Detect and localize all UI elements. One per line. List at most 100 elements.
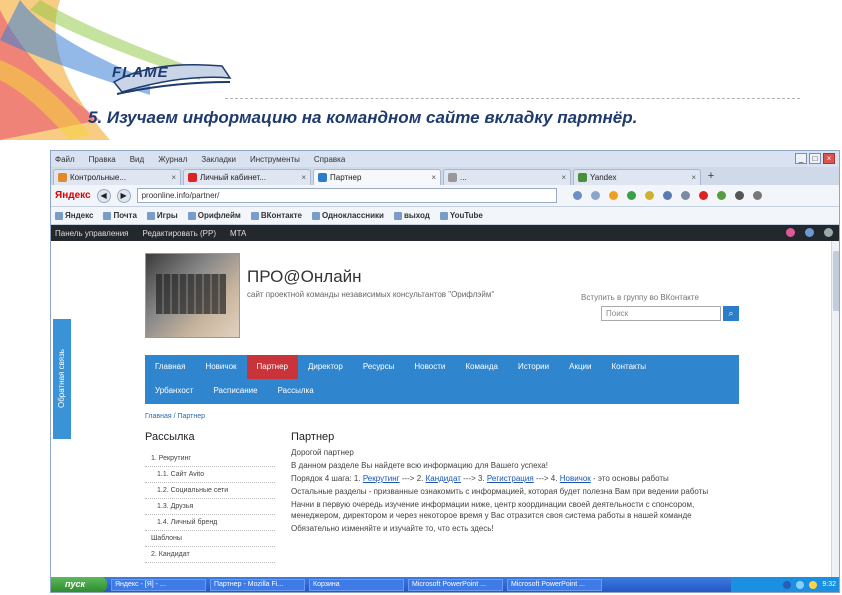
taskbar-item[interactable]: Microsoft PowerPoint ... [507, 578, 602, 591]
content-paragraph: Остальные разделы - призванные ознакомит… [291, 487, 709, 496]
settings-icon[interactable] [805, 228, 814, 237]
menu-bookmarks[interactable]: Закладки [201, 155, 236, 164]
maximize-button[interactable]: □ [809, 153, 821, 164]
forward-icon[interactable]: ▶ [116, 188, 131, 203]
menu-icon[interactable] [752, 191, 762, 200]
sidebar-item[interactable]: 1.1. Сайт Avito [145, 467, 275, 483]
menu-file[interactable]: Файл [55, 155, 75, 164]
clock[interactable]: 9:32 [822, 581, 836, 588]
back-icon[interactable]: ◀ [96, 188, 111, 203]
network-icon[interactable] [796, 580, 805, 589]
minimize-button[interactable]: _ [795, 153, 807, 164]
bookmark-item[interactable]: Одноклассники [311, 211, 384, 220]
url-bar[interactable]: proonline.info/partner/ [136, 188, 557, 203]
nav-item-urbanhost[interactable]: Урбанхост [145, 379, 203, 403]
chat-icon[interactable] [734, 191, 744, 200]
menu-view[interactable]: Вид [130, 155, 144, 164]
bookmark-item[interactable]: Орифлейм [187, 211, 241, 220]
tab-close-icon[interactable]: × [561, 173, 566, 182]
tab-2[interactable]: Партнер × [313, 169, 441, 185]
bookmark-icon [187, 211, 196, 220]
taskbar-item[interactable]: Яндекс - [Я] - ... [111, 578, 206, 591]
menu-tools[interactable]: Инструменты [250, 155, 300, 164]
nav-item-contacts[interactable]: Контакты [601, 355, 656, 379]
search-input[interactable]: Поиск [601, 306, 721, 321]
addon-icon[interactable] [698, 191, 708, 200]
bookmark-item[interactable]: Почта [103, 211, 137, 220]
nav-item-promos[interactable]: Акции [559, 355, 601, 379]
admin-edit-link[interactable]: Редактировать (PP) [143, 229, 216, 238]
nav-item-home[interactable]: Главная [145, 355, 195, 379]
feedback-tab[interactable]: Обратная связь [53, 319, 71, 439]
star-icon[interactable] [644, 191, 654, 200]
tab-1[interactable]: Личный кабинет... × [183, 169, 311, 185]
menu-edit[interactable]: Правка [89, 155, 116, 164]
search-icon[interactable]: ⌕ [723, 306, 739, 321]
admin-dashboard-link[interactable]: Панель управления [55, 229, 129, 238]
link-registration[interactable]: Регистрация [487, 474, 534, 483]
tab-favicon [318, 173, 327, 182]
reload-icon[interactable] [572, 191, 582, 200]
taskbar-item[interactable]: Корзина [309, 578, 404, 591]
shield-icon[interactable] [626, 191, 636, 200]
nav-item-schedule[interactable]: Расписание [203, 379, 267, 403]
bookmark-item[interactable]: Яндекс [55, 211, 93, 220]
gear-icon[interactable] [716, 191, 726, 200]
site-title[interactable]: ПРО@Онлайн [247, 267, 362, 287]
bookmark-item[interactable]: Игры [146, 211, 178, 220]
bookmark-item[interactable]: выход [393, 211, 430, 220]
bookmark-item[interactable]: ВКонтакте [250, 211, 302, 220]
tab-close-icon[interactable]: × [691, 173, 696, 182]
nav-item-news[interactable]: Новости [404, 355, 455, 379]
nav-item-team[interactable]: Команда [455, 355, 508, 379]
sidebar-item[interactable]: 2. Кандидат [145, 547, 275, 563]
divider [225, 98, 800, 99]
admin-mta-link[interactable]: MTA [230, 229, 246, 238]
sidebar-item[interactable]: 1. Рекрутинг [145, 451, 275, 467]
close-button[interactable]: × [823, 153, 835, 164]
tab-3[interactable]: ... × [443, 169, 571, 185]
nav-item-mailing[interactable]: Рассылка [268, 379, 324, 403]
breadcrumb[interactable]: Главная / Партнер [145, 413, 205, 420]
search-engine-label[interactable]: Яндекс [55, 190, 91, 201]
page-scrollbar[interactable] [831, 241, 839, 579]
sidebar-item[interactable]: Шаблоны [145, 531, 275, 547]
link-candidate[interactable]: Кандидат [426, 474, 461, 483]
tab-favicon [578, 173, 587, 182]
tab-close-icon[interactable]: × [301, 173, 306, 182]
bookmark-icon [250, 211, 259, 220]
nav-item-director[interactable]: Директор [298, 355, 353, 379]
tab-close-icon[interactable]: × [431, 173, 436, 182]
home-icon[interactable] [680, 191, 690, 200]
join-group-text[interactable]: Вступить в группу во ВКонтакте [581, 293, 699, 302]
nav-item-partner[interactable]: Партнер [246, 355, 298, 379]
volume-icon[interactable] [809, 580, 818, 589]
tab-close-icon[interactable]: × [171, 173, 176, 182]
sidebar-item[interactable]: 1.2. Социальные сети [145, 483, 275, 499]
taskbar-item[interactable]: Партнер - Mozilla Fi... [210, 578, 305, 591]
mail-icon[interactable] [590, 191, 600, 200]
link-recruiting[interactable]: Рекрутинг [363, 474, 400, 483]
sidebar-item[interactable]: 1.3. Друзья [145, 499, 275, 515]
start-button[interactable]: пуск [51, 577, 107, 592]
grid-icon[interactable] [824, 228, 833, 237]
tab-0[interactable]: Контрольные... × [53, 169, 181, 185]
nav-item-resources[interactable]: Ресурсы [353, 355, 405, 379]
link-newbie[interactable]: Новичок [560, 474, 591, 483]
sidebar-title: Рассылка [145, 431, 195, 443]
scrollbar-thumb[interactable] [833, 251, 839, 311]
new-tab-button[interactable]: + [703, 169, 719, 185]
bookmark-item[interactable]: YouTube [439, 211, 483, 220]
tab-4[interactable]: Yandex × [573, 169, 701, 185]
sidebar-item[interactable]: 1.4. Личный бренд [145, 515, 275, 531]
menu-help[interactable]: Справка [314, 155, 345, 164]
language-icon[interactable] [783, 580, 792, 589]
weather-icon[interactable] [608, 191, 618, 200]
taskbar-item[interactable]: Microsoft PowerPoint ... [408, 578, 503, 591]
menu-history[interactable]: Журнал [158, 155, 187, 164]
nav-item-stories[interactable]: Истории [508, 355, 559, 379]
nav-item-newbie[interactable]: Новичок [195, 355, 246, 379]
download-icon[interactable] [662, 191, 672, 200]
user-icon[interactable] [786, 228, 795, 237]
bookmark-icon [55, 211, 63, 220]
